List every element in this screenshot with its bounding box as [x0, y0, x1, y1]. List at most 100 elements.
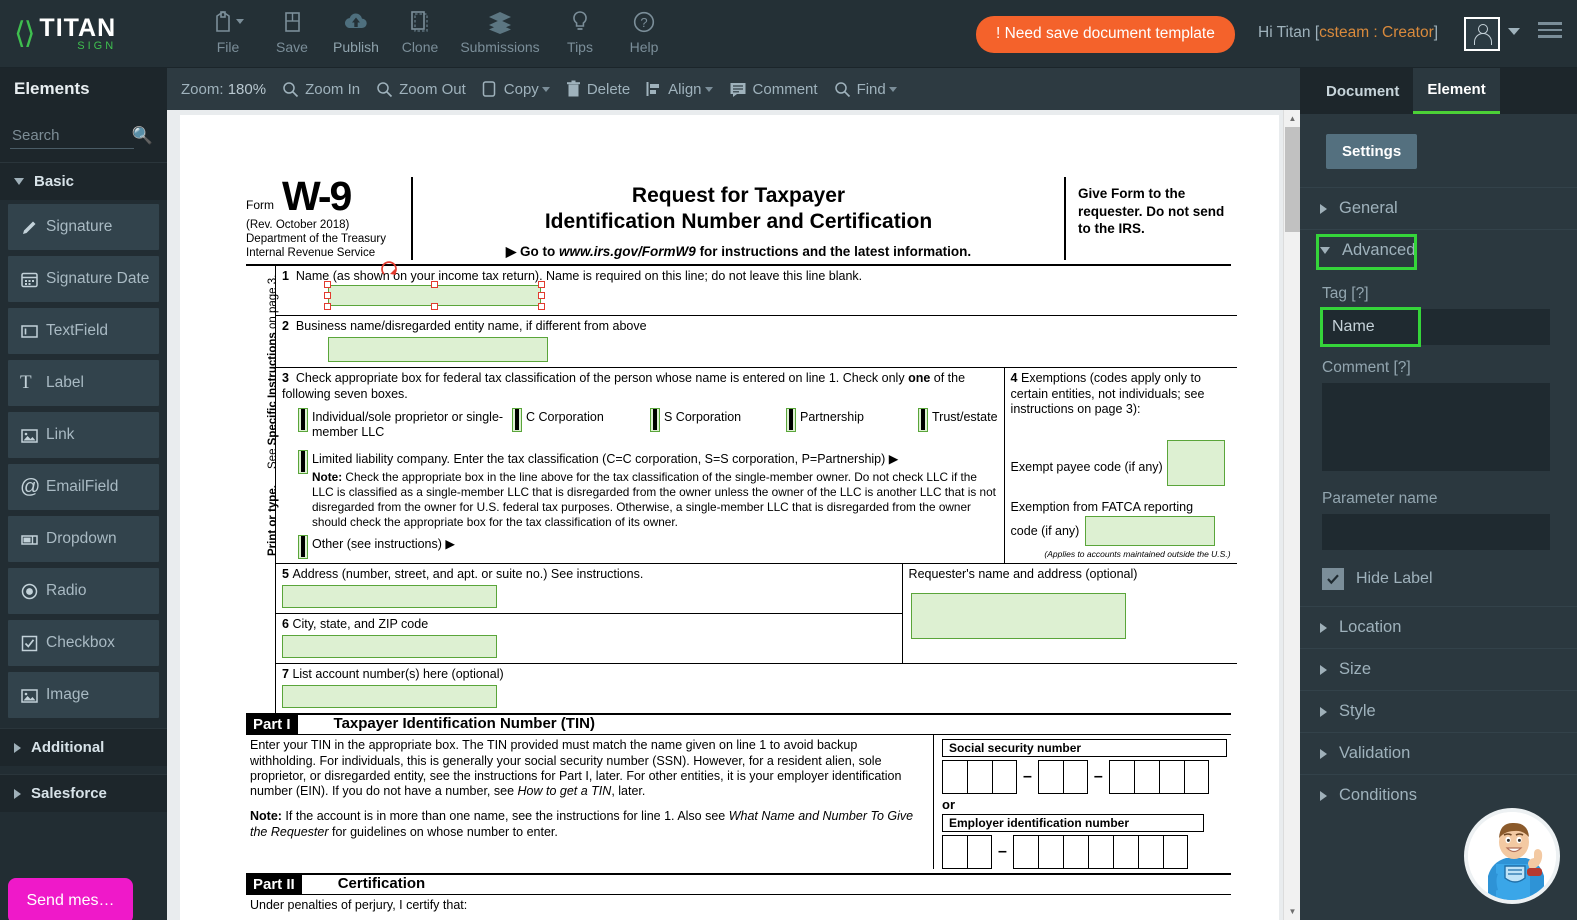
- checkbox-s-corporation[interactable]: [650, 408, 660, 433]
- comment-textarea[interactable]: [1322, 383, 1550, 471]
- resize-handle-se[interactable]: [538, 303, 545, 311]
- accordion-location[interactable]: Location: [1300, 606, 1577, 648]
- menu-publish[interactable]: Publish: [324, 8, 388, 55]
- find-button[interactable]: Find: [834, 81, 897, 98]
- resize-handle-w[interactable]: [324, 292, 331, 300]
- scroll-up-arrow-icon[interactable]: ▲: [1284, 110, 1300, 127]
- chevron-right-icon: [14, 742, 21, 753]
- element-checkbox[interactable]: Checkbox: [8, 620, 159, 666]
- field-fatca-code[interactable]: [1085, 516, 1216, 547]
- sidebar-group-basic[interactable]: Basic: [0, 162, 167, 200]
- checkbox-llc[interactable]: [298, 450, 308, 475]
- comment-button[interactable]: Comment: [729, 81, 818, 98]
- field-address[interactable]: [282, 585, 497, 609]
- line-3-note-bold: Note:: [312, 470, 343, 485]
- user-menu-chevron-down-icon[interactable]: [1508, 28, 1520, 35]
- line-3-note: Note: Check the appropriate box in the l…: [312, 470, 998, 529]
- resize-handle-s[interactable]: [431, 303, 438, 311]
- chevron-right-icon: [1320, 706, 1327, 717]
- settings-button[interactable]: Settings: [1326, 134, 1418, 169]
- rotate-handle-icon[interactable]: [380, 260, 402, 282]
- sidebar-group-salesforce[interactable]: Salesforce: [0, 774, 167, 812]
- need-save-banner[interactable]: ! Need save document template: [976, 16, 1235, 53]
- checkbox-c-corporation[interactable]: [512, 408, 522, 433]
- chat-mascot-button[interactable]: [1464, 808, 1560, 904]
- part2-badge: Part II: [246, 875, 302, 895]
- element-label[interactable]: T Label: [8, 360, 159, 406]
- checkbox-partnership[interactable]: [786, 408, 796, 433]
- resize-handle-ne[interactable]: [538, 281, 545, 289]
- scrollbar-thumb[interactable]: [1285, 127, 1300, 232]
- tab-document[interactable]: Document: [1312, 68, 1413, 114]
- element-signature-date[interactable]: Signature Date: [8, 256, 159, 302]
- scroll-down-arrow-icon[interactable]: ▼: [1284, 903, 1300, 920]
- document-canvas[interactable]: Form W-9 (Rev. October 2018) Department …: [167, 110, 1300, 920]
- accordion-advanced[interactable]: Advanced: [1300, 229, 1577, 271]
- send-message-button[interactable]: Send mes…: [8, 878, 133, 920]
- menu-file[interactable]: File: [196, 8, 260, 55]
- w9-line-1: 1 Name (as shown on your income tax retu…: [276, 261, 1237, 317]
- tab-element[interactable]: Element: [1413, 68, 1500, 114]
- document-page[interactable]: Form W-9 (Rev. October 2018) Department …: [180, 115, 1279, 920]
- copy-button[interactable]: Copy: [482, 80, 550, 98]
- checkbox-partnership-label: Partnership: [800, 410, 864, 425]
- field-city-state-zip[interactable]: [282, 635, 497, 659]
- menu-tips[interactable]: Tips: [548, 8, 612, 55]
- parameter-name-input[interactable]: [1322, 514, 1550, 550]
- app-logo[interactable]: ⟨⟩ TITAN SIGN: [14, 15, 174, 52]
- element-signature-date-label: Signature Date: [46, 270, 150, 287]
- checkbox-other[interactable]: [298, 535, 308, 560]
- field-account-numbers[interactable]: [282, 685, 497, 709]
- resize-handle-n[interactable]: [431, 281, 438, 289]
- resize-handle-nw[interactable]: [324, 281, 331, 289]
- delete-label: Delete: [586, 80, 631, 98]
- hide-label-checkbox-row[interactable]: Hide Label: [1322, 568, 1577, 590]
- element-emailfield-label: EmailField: [46, 478, 119, 495]
- accordion-conditions[interactable]: Conditions: [1300, 774, 1577, 816]
- checkbox-individual[interactable]: [298, 408, 308, 433]
- resize-handle-sw[interactable]: [324, 303, 331, 311]
- avatar[interactable]: [1464, 17, 1500, 51]
- element-link[interactable]: Link: [8, 412, 159, 458]
- menu-help[interactable]: ? Help: [612, 8, 676, 55]
- accordion-size[interactable]: Size: [1300, 648, 1577, 690]
- sidebar-group-additional[interactable]: Additional: [0, 728, 167, 766]
- field-requester-address[interactable]: [910, 593, 1126, 640]
- element-dropdown[interactable]: Dropdown: [8, 516, 159, 562]
- zoom-value: 180%: [227, 80, 267, 98]
- zoom-out-button[interactable]: Zoom Out: [376, 81, 466, 98]
- field-business-name[interactable]: [328, 337, 548, 363]
- part1-note-text: If the account is in more than one name,…: [281, 809, 729, 824]
- resize-handle-e[interactable]: [538, 292, 545, 300]
- document-scrollbar[interactable]: ▲ ▼: [1283, 110, 1300, 920]
- element-emailfield[interactable]: @ EmailField: [8, 464, 159, 510]
- element-textfield[interactable]: TextField: [8, 308, 159, 354]
- align-button[interactable]: Align: [646, 80, 713, 98]
- search-icon[interactable]: 🔍: [132, 126, 153, 146]
- element-image[interactable]: Image: [8, 672, 159, 718]
- checkbox-c-corporation-label: C Corporation: [526, 410, 604, 425]
- part1-note-bold: Note:: [250, 809, 282, 824]
- element-signature[interactable]: Signature: [8, 204, 159, 250]
- checkbox-trust-estate[interactable]: [918, 408, 928, 433]
- menu-submissions[interactable]: Submissions: [452, 8, 548, 55]
- menu-clone[interactable]: Clone: [388, 8, 452, 55]
- zoom-in-button[interactable]: Zoom In: [282, 81, 360, 98]
- top-menu: File Save Publish Clone Submissions Tips…: [196, 0, 676, 68]
- field-exempt-payee-code[interactable]: [1166, 440, 1225, 487]
- search-input[interactable]: [10, 123, 134, 149]
- part2-intro: Under penalties of perjury, I certify th…: [250, 898, 468, 913]
- sidebar-title: Elements: [0, 68, 167, 110]
- hamburger-menu-icon[interactable]: [1538, 22, 1562, 42]
- delete-button[interactable]: Delete: [566, 80, 630, 98]
- goto-url: www.irs.gov/FormW9: [559, 244, 696, 260]
- line-3-note-text: Check the appropriate box in the line ab…: [312, 470, 996, 529]
- accordion-general[interactable]: General: [1300, 187, 1577, 229]
- element-radio[interactable]: Radio: [8, 568, 159, 614]
- accordion-style[interactable]: Style: [1300, 690, 1577, 732]
- tag-input[interactable]: [1322, 309, 1550, 345]
- hide-label-checkbox[interactable]: [1322, 568, 1344, 590]
- menu-save[interactable]: Save: [260, 8, 324, 55]
- accordion-validation[interactable]: Validation: [1300, 732, 1577, 774]
- ein-label: Employer identification number: [942, 814, 1204, 833]
